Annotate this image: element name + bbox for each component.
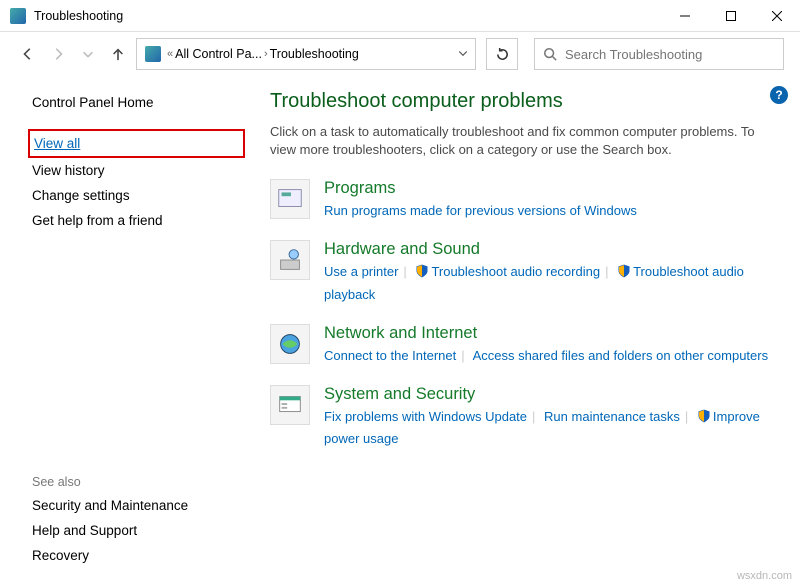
category-icon: [270, 240, 310, 280]
see-also-heading: See also: [32, 475, 188, 489]
maximize-button[interactable]: [708, 0, 754, 32]
watermark: wsxdn.com: [737, 570, 792, 582]
search-icon: [543, 47, 557, 61]
see-also: See also Security and Maintenance Help a…: [32, 475, 188, 568]
chevron-left-icon: «: [167, 48, 173, 60]
see-also-security[interactable]: Security and Maintenance: [32, 493, 188, 518]
up-button[interactable]: [106, 42, 130, 66]
titlebar: Troubleshooting: [0, 0, 800, 32]
category: Programs Run programs made for previous …: [270, 179, 780, 222]
minimize-button[interactable]: [662, 0, 708, 32]
category-links: Connect to the Internet| Access shared f…: [324, 345, 768, 367]
task-link[interactable]: Use a printer: [324, 264, 398, 279]
address-bar[interactable]: « All Control Pa... › Troubleshooting: [136, 38, 476, 70]
window-title: Troubleshooting: [34, 9, 123, 23]
chevron-down-icon[interactable]: [457, 47, 469, 62]
search-box[interactable]: [534, 38, 784, 70]
chevron-right-icon: ›: [264, 48, 268, 60]
search-input[interactable]: [565, 47, 775, 62]
sidebar: Control Panel Home View all View history…: [0, 90, 245, 468]
breadcrumb-seg-2[interactable]: Troubleshooting: [270, 47, 359, 61]
category-icon: [270, 324, 310, 364]
sidebar-view-all[interactable]: View all: [34, 131, 80, 156]
page-description: Click on a task to automatically trouble…: [270, 123, 780, 159]
task-link[interactable]: Access shared files and folders on other…: [473, 348, 769, 363]
category-title[interactable]: Network and Internet: [324, 324, 768, 343]
help-icon[interactable]: ?: [770, 86, 788, 104]
category: Network and Internet Connect to the Inte…: [270, 324, 780, 367]
category-icon: [270, 179, 310, 219]
task-link[interactable]: Run programs made for previous versions …: [324, 203, 637, 218]
sidebar-change-settings[interactable]: Change settings: [32, 183, 245, 208]
view-all-highlight: View all: [28, 129, 245, 158]
page-title: Troubleshoot computer problems: [270, 90, 780, 113]
control-panel-home[interactable]: Control Panel Home: [32, 90, 245, 115]
category: System and Security Fix problems with Wi…: [270, 385, 780, 450]
task-link[interactable]: Run maintenance tasks: [544, 409, 680, 424]
recent-dropdown[interactable]: [76, 42, 100, 66]
forward-button[interactable]: [46, 42, 70, 66]
category: Hardware and Sound Use a printer| Troubl…: [270, 240, 780, 305]
task-link[interactable]: Connect to the Internet: [324, 348, 456, 363]
back-button[interactable]: [16, 42, 40, 66]
refresh-button[interactable]: [486, 38, 518, 70]
see-also-recovery[interactable]: Recovery: [32, 543, 188, 568]
toolbar: « All Control Pa... › Troubleshooting: [0, 32, 800, 76]
task-link[interactable]: Troubleshoot audio recording: [431, 264, 600, 279]
category-links: Run programs made for previous versions …: [324, 200, 637, 222]
category-icon: [270, 385, 310, 425]
category-links: Use a printer| Troubleshoot audio record…: [324, 261, 780, 305]
sidebar-view-history[interactable]: View history: [32, 158, 245, 183]
main-content: Troubleshoot computer problems Click on …: [245, 90, 800, 468]
close-button[interactable]: [754, 0, 800, 32]
category-title[interactable]: Programs: [324, 179, 637, 198]
app-icon: [10, 8, 26, 24]
category-links: Fix problems with Windows Update| Run ma…: [324, 406, 780, 450]
sidebar-get-help[interactable]: Get help from a friend: [32, 208, 245, 233]
category-title[interactable]: System and Security: [324, 385, 780, 404]
location-icon: [145, 46, 161, 62]
breadcrumb-seg-1[interactable]: All Control Pa...: [175, 47, 262, 61]
category-title[interactable]: Hardware and Sound: [324, 240, 780, 259]
task-link[interactable]: Fix problems with Windows Update: [324, 409, 527, 424]
see-also-help[interactable]: Help and Support: [32, 518, 188, 543]
